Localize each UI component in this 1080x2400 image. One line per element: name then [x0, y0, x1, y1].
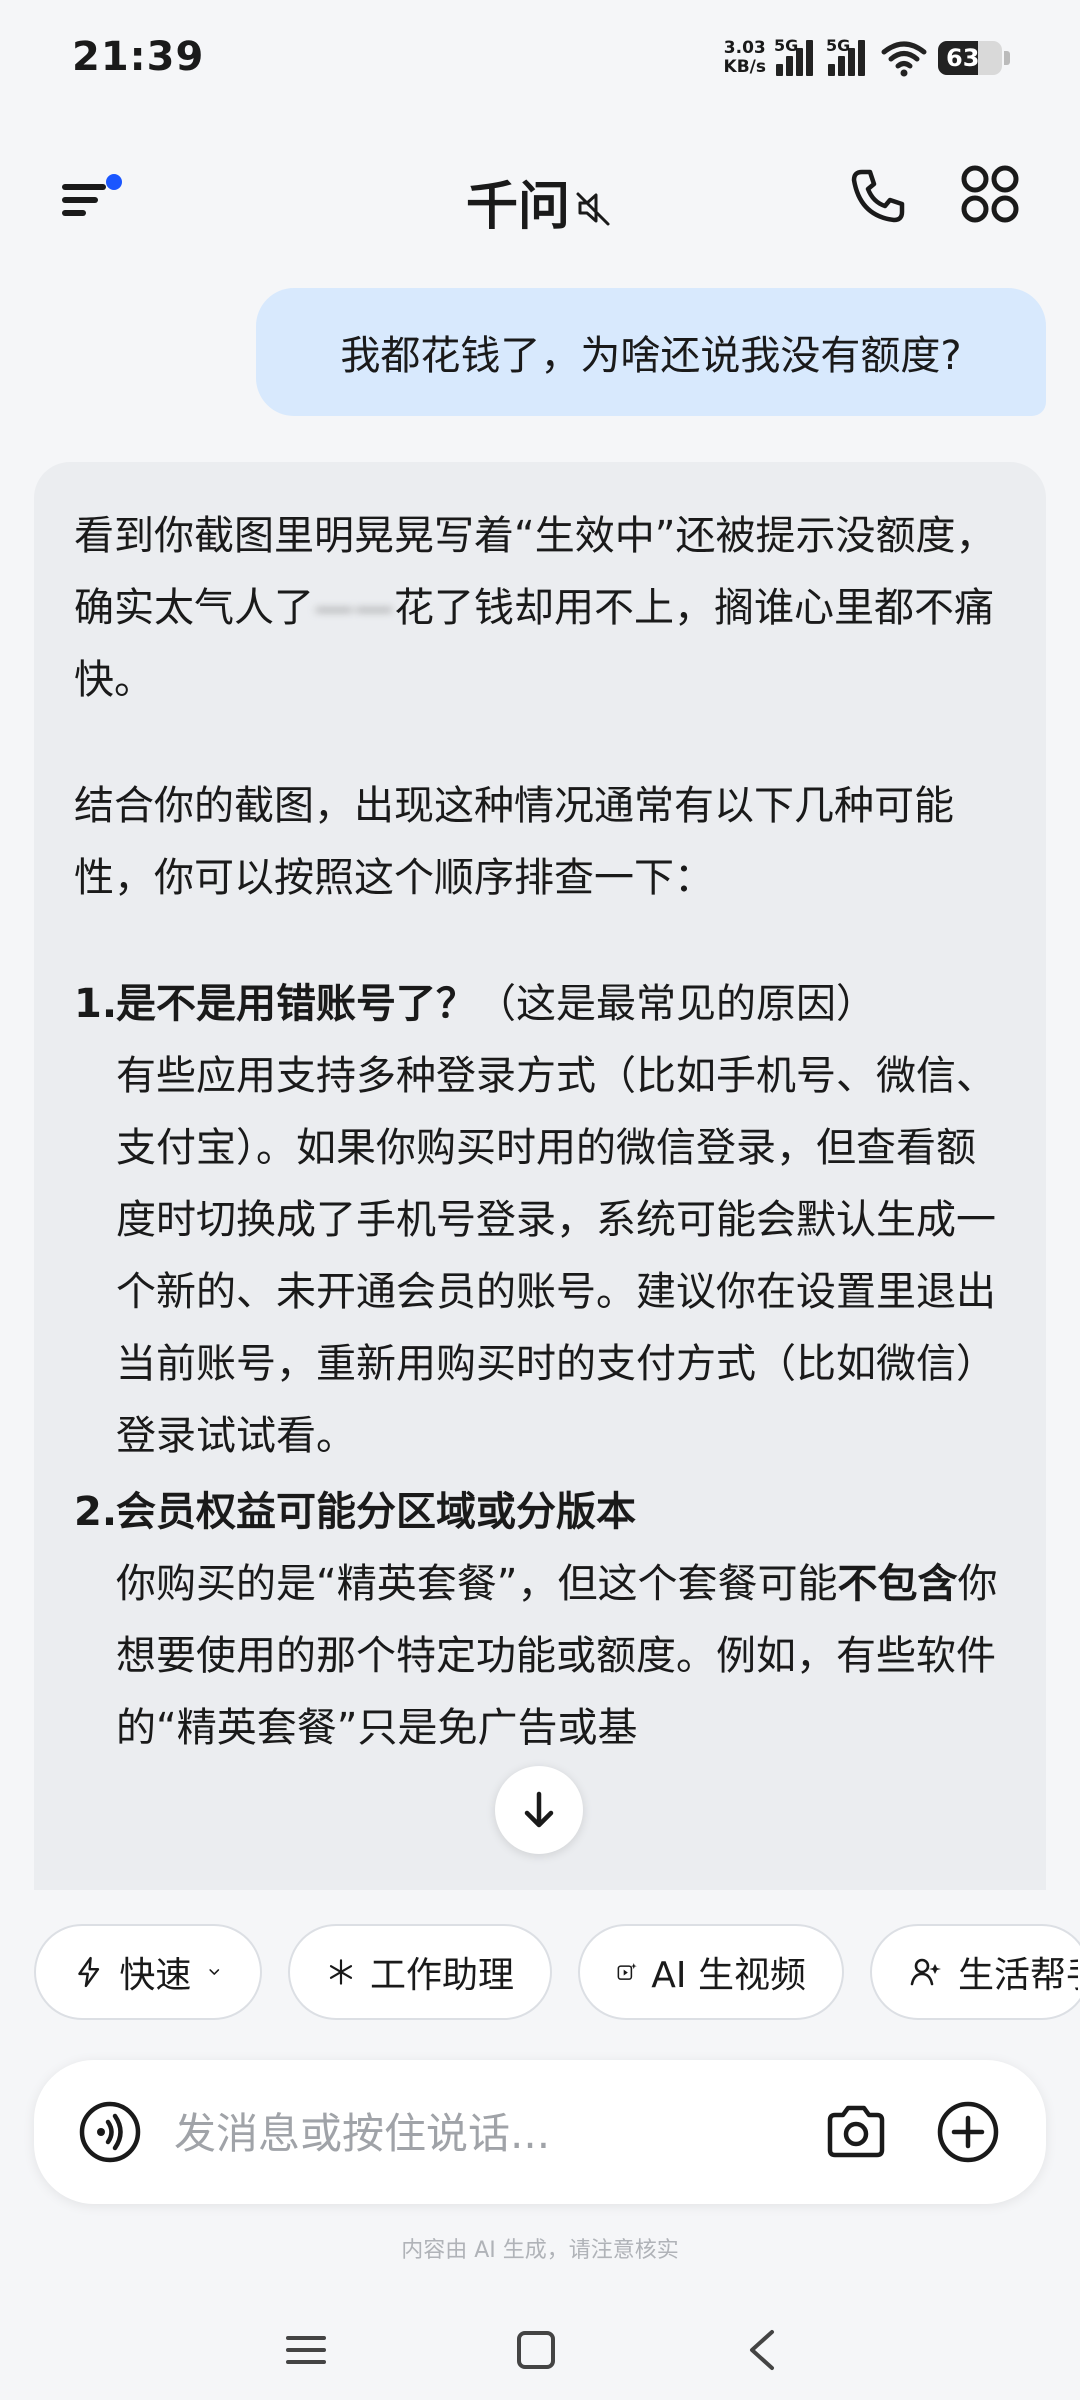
camera-icon[interactable]: [824, 2100, 888, 2164]
chip-ai-video[interactable]: AI 生视频: [578, 1924, 844, 2020]
back-icon[interactable]: [740, 2326, 784, 2374]
arrow-down-icon: [524, 1791, 554, 1828]
status-bar: 21:39 3.03 KB/s 5G 5G 63: [0, 0, 1080, 110]
battery-icon: 63: [938, 41, 1002, 75]
ai-disclaimer: 内容由 AI 生成，请注意核实: [401, 2238, 679, 2263]
ai-response-card: 看到你截图里明晃晃写着“生效中”还被提示没额度，确实太气人了——花了钱却用不上，…: [34, 462, 1046, 1890]
recent-apps-icon[interactable]: [284, 2328, 328, 2372]
phone-icon[interactable]: [846, 164, 910, 228]
blurred-text: ——: [314, 585, 394, 631]
list-item: 1. 是不是用错账号了？（这是最常见的原因） 有些应用支持多种登录方式（比如手机…: [74, 981, 996, 1459]
status-time: 21:39: [72, 34, 205, 80]
chip-life-helper[interactable]: 生活帮手: [870, 1924, 1080, 2020]
signal-icon: 5G: [774, 36, 818, 76]
video-ai-icon: [617, 1963, 637, 1980]
add-icon[interactable]: [936, 2100, 1000, 2164]
scroll-to-bottom-button[interactable]: [495, 1766, 583, 1854]
user-message-bubble[interactable]: 我都花钱了，为啥还说我没有额度?: [256, 288, 1046, 416]
sparkle-icon: [329, 1959, 353, 1985]
chip-work-assistant[interactable]: 工作助理: [288, 1924, 552, 2020]
ai-paragraph: 结合你的截图，出现这种情况通常有以下几种可能性，你可以按照这个顺序排查一下：: [74, 783, 954, 901]
lightning-icon: [78, 1956, 100, 1988]
page-title: 千问: [0, 164, 1080, 239]
list-item: 2. 会员权益可能分区域或分版本 你购买的是“精英套餐”，但这个套餐可能不包含你…: [74, 1489, 998, 1751]
user-message-text: 我都花钱了，为啥还说我没有额度?: [340, 333, 962, 379]
app-header: 千问: [0, 140, 1080, 250]
status-icons: 3.03 KB/s 5G 5G 63: [724, 30, 1010, 86]
signal-icon: 5G: [826, 36, 870, 76]
voice-icon[interactable]: [78, 2100, 142, 2164]
chevron-down-icon: [209, 1969, 220, 1975]
system-nav-bar: [0, 2300, 1080, 2400]
mute-icon[interactable]: [574, 188, 614, 228]
message-input[interactable]: [172, 2096, 696, 2170]
chip-fast[interactable]: 快速: [34, 1924, 262, 2020]
home-icon[interactable]: [514, 2328, 558, 2372]
message-input-bar: [34, 2060, 1046, 2204]
apps-grid-icon[interactable]: [958, 162, 1022, 226]
wifi-icon: [881, 41, 927, 77]
ai-paragraph: 看到你截图里明晃晃写着“生效中”还被提示没额度，确实太气人了——花了钱却用不上，…: [74, 513, 996, 703]
network-speed: 3.03 KB/s: [723, 38, 766, 77]
quick-chips: 快速 工作助理 AI 生视频 生活帮手: [34, 1924, 1080, 2022]
life-helper-icon: [910, 1958, 941, 1986]
